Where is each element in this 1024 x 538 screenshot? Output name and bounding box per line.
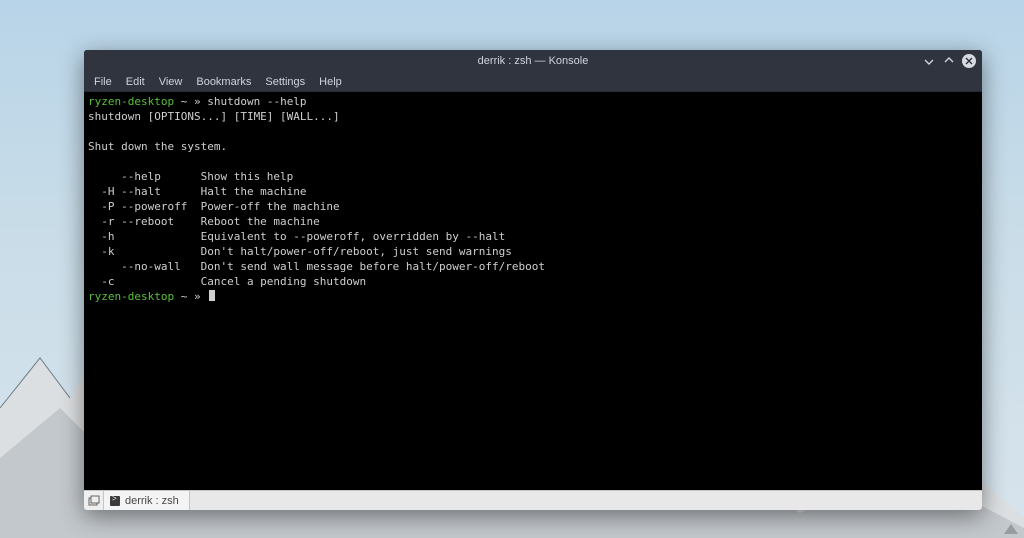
tabbar: derrik : zsh: [84, 490, 982, 510]
prompt-host-2: ryzen-desktop: [88, 290, 174, 303]
menubar: File Edit View Bookmarks Settings Help: [84, 72, 982, 92]
terminal-viewport[interactable]: ryzen-desktop ~ » shutdown --help shutdo…: [84, 92, 982, 490]
menu-help[interactable]: Help: [313, 74, 348, 90]
close-button[interactable]: [962, 54, 976, 68]
tab-active[interactable]: derrik : zsh: [104, 491, 190, 510]
window-titlebar[interactable]: derrik : zsh — Konsole: [84, 50, 982, 72]
prompt-suffix-2: ~ »: [174, 290, 207, 303]
menu-settings[interactable]: Settings: [259, 74, 311, 90]
maximize-button[interactable]: [942, 54, 956, 68]
tab-label: derrik : zsh: [125, 495, 179, 507]
menu-view[interactable]: View: [153, 74, 189, 90]
prompt-host: ryzen-desktop: [88, 95, 174, 108]
terminal-output: shutdown [OPTIONS...] [TIME] [WALL...] S…: [88, 110, 545, 288]
menu-file[interactable]: File: [88, 74, 118, 90]
terminal-icon: [110, 496, 120, 506]
minimize-button[interactable]: [922, 54, 936, 68]
window-title: derrik : zsh — Konsole: [84, 55, 982, 67]
konsole-window: derrik : zsh — Konsole File Edit View Bo…: [84, 50, 982, 510]
new-tab-button[interactable]: [84, 491, 104, 510]
menu-edit[interactable]: Edit: [120, 74, 151, 90]
desktop-corner-icon: [1002, 518, 1020, 536]
prompt-suffix: ~ »: [174, 95, 207, 108]
menu-bookmarks[interactable]: Bookmarks: [190, 74, 257, 90]
window-controls: [922, 54, 982, 68]
terminal-cursor: [209, 290, 215, 301]
command-text: shutdown --help: [207, 95, 306, 108]
new-tab-icon: [88, 495, 100, 507]
